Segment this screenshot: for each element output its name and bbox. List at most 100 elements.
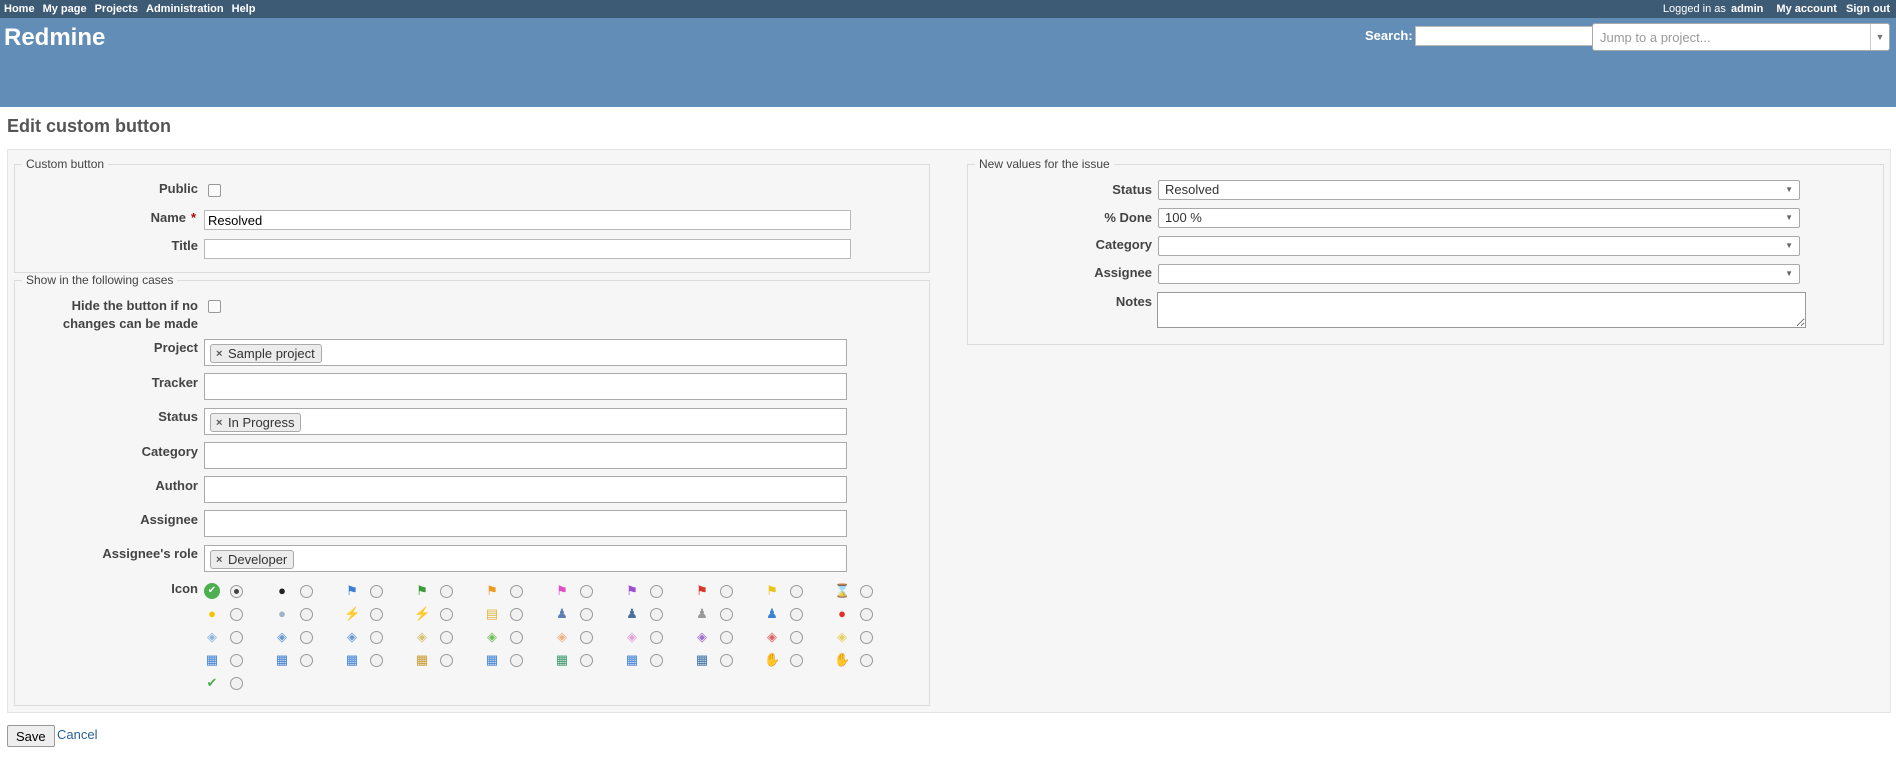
icon-radio[interactable] <box>720 654 733 667</box>
search-label: Search: <box>1365 28 1413 43</box>
hide-button-checkbox[interactable] <box>208 300 221 313</box>
icon-radio[interactable] <box>650 585 663 598</box>
chevron-down-icon: ▼ <box>1785 213 1793 222</box>
done-ratio-select[interactable]: 100 % ▼ <box>1158 208 1800 228</box>
flag-orange-icon: ⚑ <box>486 583 498 598</box>
search-input[interactable] <box>1415 26 1593 46</box>
new-assignee-label: Assignee <box>1094 265 1152 280</box>
new-assignee-select[interactable]: ▼ <box>1158 264 1800 284</box>
new-status-value: Resolved <box>1165 182 1220 197</box>
nav-administration-link[interactable]: Administration <box>146 3 224 15</box>
assignee-multiselect[interactable] <box>204 510 847 537</box>
public-checkbox[interactable] <box>208 184 221 197</box>
new-category-select[interactable]: ▼ <box>1158 236 1800 256</box>
status-multiselect[interactable]: × In Progress <box>204 408 847 435</box>
flag-red-icon: ⚑ <box>696 583 708 598</box>
icon-radio[interactable] <box>440 631 453 644</box>
jump-to-project-select[interactable]: Jump to a project... ▼ <box>1592 23 1890 51</box>
sign-out-link[interactable]: Sign out <box>1846 3 1890 15</box>
icon-radio[interactable] <box>860 631 873 644</box>
remove-icon[interactable]: × <box>216 551 222 569</box>
icon-radio[interactable] <box>370 654 383 667</box>
calendar-go-icon: ▦ <box>555 652 569 667</box>
tag-blue-add-icon: ◈ <box>277 629 287 644</box>
hide-button-label-line2: changes can be made <box>62 316 198 331</box>
icon-radio[interactable] <box>370 631 383 644</box>
icon-radio[interactable] <box>650 654 663 667</box>
save-button[interactable]: Save <box>7 725 55 747</box>
logged-in-text: Logged in as <box>1662 3 1726 15</box>
icon-radio[interactable] <box>790 585 803 598</box>
icon-radio[interactable] <box>790 631 803 644</box>
remove-icon[interactable]: × <box>216 414 222 432</box>
author-multiselect[interactable] <box>204 476 847 503</box>
icon-radio[interactable] <box>370 608 383 621</box>
note-add-icon: ▤ <box>485 606 499 621</box>
title-input[interactable] <box>204 239 851 259</box>
new-status-select[interactable]: Resolved ▼ <box>1158 180 1800 200</box>
icon-radio[interactable] <box>300 631 313 644</box>
tag-blue-delete-icon: ◈ <box>347 629 357 644</box>
hourglass-icon: ⌛ <box>834 583 851 598</box>
icon-radio[interactable] <box>440 585 453 598</box>
icon-radio[interactable] <box>650 631 663 644</box>
icon-radio[interactable] <box>510 608 523 621</box>
icon-radio[interactable] <box>860 585 873 598</box>
icon-radio[interactable] <box>720 585 733 598</box>
icon-radio[interactable] <box>230 585 243 598</box>
nav-projects-link[interactable]: Projects <box>95 3 138 15</box>
logged-in-user-link[interactable]: admin <box>1731 3 1763 15</box>
icon-radio[interactable] <box>720 608 733 621</box>
icon-radio[interactable] <box>440 608 453 621</box>
done-ratio-value: 100 % <box>1165 210 1202 225</box>
conditions-legend: Show in the following cases <box>26 273 174 287</box>
icon-radio[interactable] <box>230 677 243 690</box>
header: Redmine Search: Jump to a project... ▼ <box>0 18 1896 107</box>
icon-radio[interactable] <box>300 585 313 598</box>
icon-radio[interactable] <box>510 631 523 644</box>
calendar-edit-icon: ▦ <box>415 652 429 667</box>
icon-radio[interactable] <box>650 608 663 621</box>
project-multiselect[interactable]: × Sample project <box>204 339 847 366</box>
icon-radio[interactable] <box>510 585 523 598</box>
check-circle-icon: ✔ <box>204 583 220 599</box>
project-tag: × Sample project <box>210 344 322 363</box>
custom-button-legend: Custom button <box>26 157 105 171</box>
icon-radio[interactable] <box>230 654 243 667</box>
nav-help-link[interactable]: Help <box>232 3 256 15</box>
icon-radio[interactable] <box>860 654 873 667</box>
category-multiselect[interactable] <box>204 442 847 469</box>
top-menu: Home My page Projects Administration Help Lo… <box>0 0 1896 18</box>
notes-textarea[interactable] <box>1157 292 1806 328</box>
icon-radio[interactable] <box>720 631 733 644</box>
icon-radio[interactable] <box>790 608 803 621</box>
icon-radio[interactable] <box>580 631 593 644</box>
tracker-label: Tracker <box>151 375 198 390</box>
status-label: Status <box>158 409 198 424</box>
my-account-link[interactable]: My account <box>1776 3 1837 15</box>
chevron-down-icon[interactable]: ▼ <box>1870 24 1889 50</box>
app-title[interactable]: Redmine <box>4 24 105 52</box>
user-delete-icon: ♟ <box>626 606 638 621</box>
calendar-add-icon: ▦ <box>275 652 289 667</box>
icon-radio[interactable] <box>860 608 873 621</box>
icon-radio[interactable] <box>300 654 313 667</box>
name-input[interactable] <box>204 210 851 230</box>
tracker-multiselect[interactable] <box>204 373 847 400</box>
icon-radio[interactable] <box>510 654 523 667</box>
icon-radio[interactable] <box>300 608 313 621</box>
icon-radio[interactable] <box>580 608 593 621</box>
icon-radio[interactable] <box>440 654 453 667</box>
icon-radio[interactable] <box>230 608 243 621</box>
remove-icon[interactable]: × <box>216 345 222 363</box>
assignee-role-multiselect[interactable]: × Developer <box>204 545 847 572</box>
nav-home-link[interactable]: Home <box>4 3 35 15</box>
icon-radio[interactable] <box>370 585 383 598</box>
nav-my-page-link[interactable]: My page <box>43 3 87 15</box>
icon-radio[interactable] <box>230 631 243 644</box>
assignee-condition-label: Assignee <box>140 512 198 527</box>
icon-radio[interactable] <box>580 654 593 667</box>
icon-radio[interactable] <box>790 654 803 667</box>
icon-radio[interactable] <box>580 585 593 598</box>
cancel-link[interactable]: Cancel <box>57 727 97 742</box>
